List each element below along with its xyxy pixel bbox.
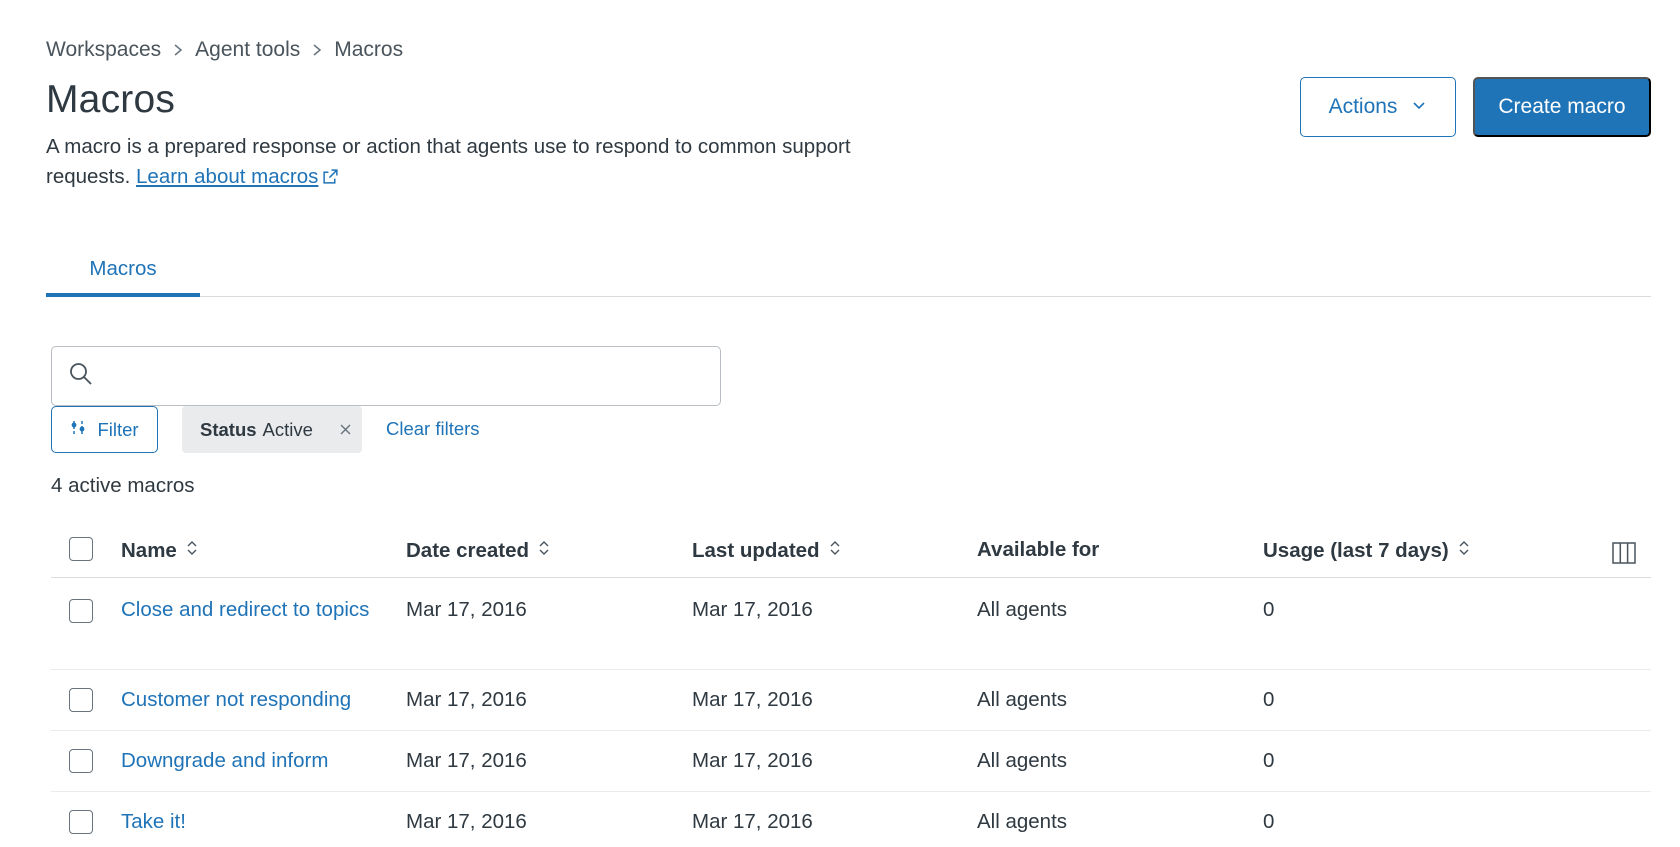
column-header-date-created[interactable]: Date created (406, 538, 551, 564)
usage-cell: 0 (1263, 598, 1275, 621)
sort-icon (828, 538, 842, 564)
last-updated-cell: Mar 17, 2016 (692, 749, 813, 772)
filter-icon (70, 419, 87, 441)
usage-cell: 0 (1263, 810, 1275, 833)
macro-name-link[interactable]: Customer not responding (121, 685, 391, 715)
date-created-cell: Mar 17, 2016 (406, 688, 527, 711)
date-created-cell: Mar 17, 2016 (406, 810, 527, 833)
column-label: Date created (406, 539, 530, 562)
last-updated-cell: Mar 17, 2016 (692, 810, 813, 833)
actions-dropdown-button[interactable]: Actions (1300, 77, 1456, 137)
row-checkbox[interactable] (69, 599, 93, 623)
column-label: Last updated (692, 539, 820, 562)
select-all-checkbox[interactable] (69, 537, 93, 561)
usage-cell: 0 (1263, 688, 1275, 711)
create-macro-button[interactable]: Create macro (1473, 77, 1651, 137)
available-for-cell: All agents (977, 749, 1068, 772)
table-row: Customer not responding Mar 17, 2016 Mar… (51, 670, 1651, 731)
learn-link-label: Learn about macros (136, 165, 319, 188)
available-for-cell: All agents (977, 688, 1068, 711)
column-header-last-updated[interactable]: Last updated (692, 538, 842, 564)
status-filter-chip: Status Active (182, 406, 362, 453)
table-row: Close and redirect to topics Mar 17, 201… (51, 578, 1651, 670)
tab-macros[interactable]: Macros (46, 250, 200, 297)
row-checkbox[interactable] (69, 688, 93, 712)
page-title: Macros (46, 78, 176, 121)
table-header: Name Date created Last updated Available… (51, 520, 1651, 578)
breadcrumb: Workspaces Agent tools Macros (46, 38, 403, 62)
usage-cell: 0 (1263, 749, 1275, 772)
filter-label: Filter (97, 418, 139, 440)
learn-about-macros-link[interactable]: Learn about macros (136, 165, 318, 188)
column-label: Usage (last 7 days) (1263, 539, 1449, 562)
tab-bar: Macros (46, 250, 1651, 297)
chip-value: Active (262, 418, 313, 440)
chevron-down-icon (1411, 95, 1427, 119)
column-header-available-for: Available for (977, 538, 1099, 562)
macros-table: Name Date created Last updated Available… (51, 520, 1651, 847)
column-label: Name (121, 539, 177, 562)
breadcrumb-agent-tools[interactable]: Agent tools (195, 38, 300, 62)
column-label: Available for (977, 538, 1100, 561)
search-icon (68, 361, 94, 392)
table-row: Take it! Mar 17, 2016 Mar 17, 2016 All a… (51, 792, 1651, 847)
macro-count: 4 active macros (51, 474, 195, 497)
row-checkbox[interactable] (69, 749, 93, 773)
sort-icon (537, 538, 551, 564)
column-header-usage[interactable]: Usage (last 7 days) (1263, 538, 1471, 564)
last-updated-cell: Mar 17, 2016 (692, 598, 813, 621)
sort-icon (185, 538, 199, 564)
clear-filters-link[interactable]: Clear filters (386, 418, 480, 440)
search-box (51, 346, 721, 406)
macro-name-link[interactable]: Close and redirect to topics (121, 595, 391, 625)
macro-name-link[interactable]: Take it! (121, 807, 391, 837)
external-link-icon (322, 164, 339, 194)
macro-name-link[interactable]: Downgrade and inform (121, 746, 391, 776)
columns-icon[interactable] (1611, 540, 1637, 571)
last-updated-cell: Mar 17, 2016 (692, 688, 813, 711)
chevron-right-icon (311, 43, 323, 57)
column-header-name[interactable]: Name (121, 538, 199, 564)
date-created-cell: Mar 17, 2016 (406, 749, 527, 772)
available-for-cell: All agents (977, 598, 1068, 621)
breadcrumb-workspaces[interactable]: Workspaces (46, 38, 161, 62)
filter-button[interactable]: Filter (51, 406, 158, 453)
sort-icon (1457, 538, 1471, 564)
table-row: Downgrade and inform Mar 17, 2016 Mar 17… (51, 731, 1651, 792)
chip-key: Status (200, 418, 257, 440)
date-created-cell: Mar 17, 2016 (406, 598, 527, 621)
row-checkbox[interactable] (69, 810, 93, 834)
breadcrumb-macros: Macros (334, 38, 404, 61)
actions-label: Actions (1328, 95, 1398, 118)
search-input[interactable] (104, 347, 720, 405)
page-description: A macro is a prepared response or action… (46, 132, 876, 194)
close-icon[interactable] (339, 423, 352, 436)
chevron-right-icon (172, 43, 184, 57)
available-for-cell: All agents (977, 810, 1068, 833)
